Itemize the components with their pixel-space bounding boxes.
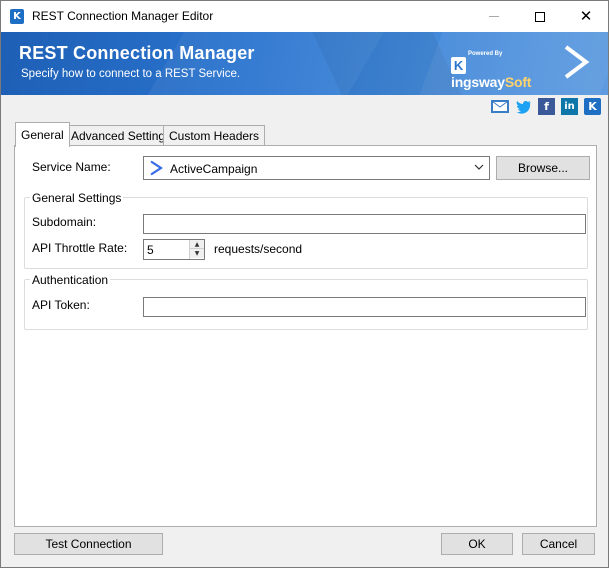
chevron-logo-icon: [564, 45, 590, 79]
dialog-window: K REST Connection Manager Editor ✕ REST …: [0, 0, 609, 568]
banner-subtitle: Specify how to connect to a REST Service…: [21, 68, 241, 80]
window-title: REST Connection Manager Editor: [32, 9, 214, 23]
app-icon: K: [10, 9, 24, 24]
activecampaign-icon: [150, 160, 163, 176]
api-token-label: API Token:: [32, 298, 90, 312]
throttle-rate-unit: requests/second: [214, 242, 303, 256]
tab-general[interactable]: General: [15, 122, 70, 147]
social-links: f in K: [491, 98, 601, 116]
stepper-up-button[interactable]: ▲: [190, 240, 204, 249]
facebook-icon[interactable]: f: [538, 98, 555, 115]
maximize-button[interactable]: [517, 1, 563, 32]
stepper-arrows: ▲ ▼: [189, 240, 204, 259]
browse-button[interactable]: Browse...: [496, 156, 590, 180]
maximize-icon: [535, 11, 545, 22]
close-icon: ✕: [579, 7, 593, 25]
minimize-icon: [489, 16, 499, 17]
cancel-button[interactable]: Cancel: [522, 533, 595, 555]
test-connection-button[interactable]: Test Connection: [14, 533, 163, 555]
tab-advanced-settings[interactable]: Advanced Settings: [65, 125, 178, 145]
stepper-down-button[interactable]: ▼: [190, 249, 204, 258]
throttle-rate-label: API Throttle Rate:: [32, 241, 128, 255]
mail-icon[interactable]: [491, 100, 509, 113]
service-name-label: Service Name:: [32, 160, 111, 174]
kingswaysoft-logo: Powered By KingswaySoft: [451, 51, 546, 90]
service-name-value: ActiveCampaign: [170, 162, 258, 176]
subdomain-input[interactable]: [143, 214, 586, 234]
minimize-button[interactable]: [471, 1, 517, 32]
close-button[interactable]: ✕: [563, 1, 609, 32]
authentication-title: Authentication: [30, 273, 111, 287]
brand-name: KingswaySoft: [451, 57, 546, 90]
header-banner: REST Connection Manager Specify how to c…: [1, 32, 608, 95]
subdomain-label: Subdomain:: [32, 215, 97, 229]
kingswaysoft-icon[interactable]: K: [584, 98, 601, 115]
linkedin-icon[interactable]: in: [561, 98, 578, 115]
service-name-dropdown[interactable]: ActiveCampaign: [143, 156, 490, 180]
brand-soft: Soft: [504, 74, 532, 90]
throttle-rate-value: 5: [147, 243, 154, 257]
title-bar[interactable]: K REST Connection Manager Editor ✕: [1, 1, 608, 32]
throttle-rate-stepper[interactable]: 5 ▲ ▼: [143, 239, 205, 260]
banner-title: REST Connection Manager: [19, 43, 255, 63]
brand-k: K: [451, 57, 466, 74]
brand-ingsway: ingsway: [451, 74, 505, 90]
tab-custom-headers[interactable]: Custom Headers: [163, 125, 266, 145]
general-settings-title: General Settings: [30, 191, 124, 205]
chevron-down-icon: [474, 164, 484, 170]
ok-button[interactable]: OK: [441, 533, 513, 555]
twitter-icon[interactable]: [515, 98, 532, 115]
api-token-input[interactable]: [143, 297, 586, 317]
